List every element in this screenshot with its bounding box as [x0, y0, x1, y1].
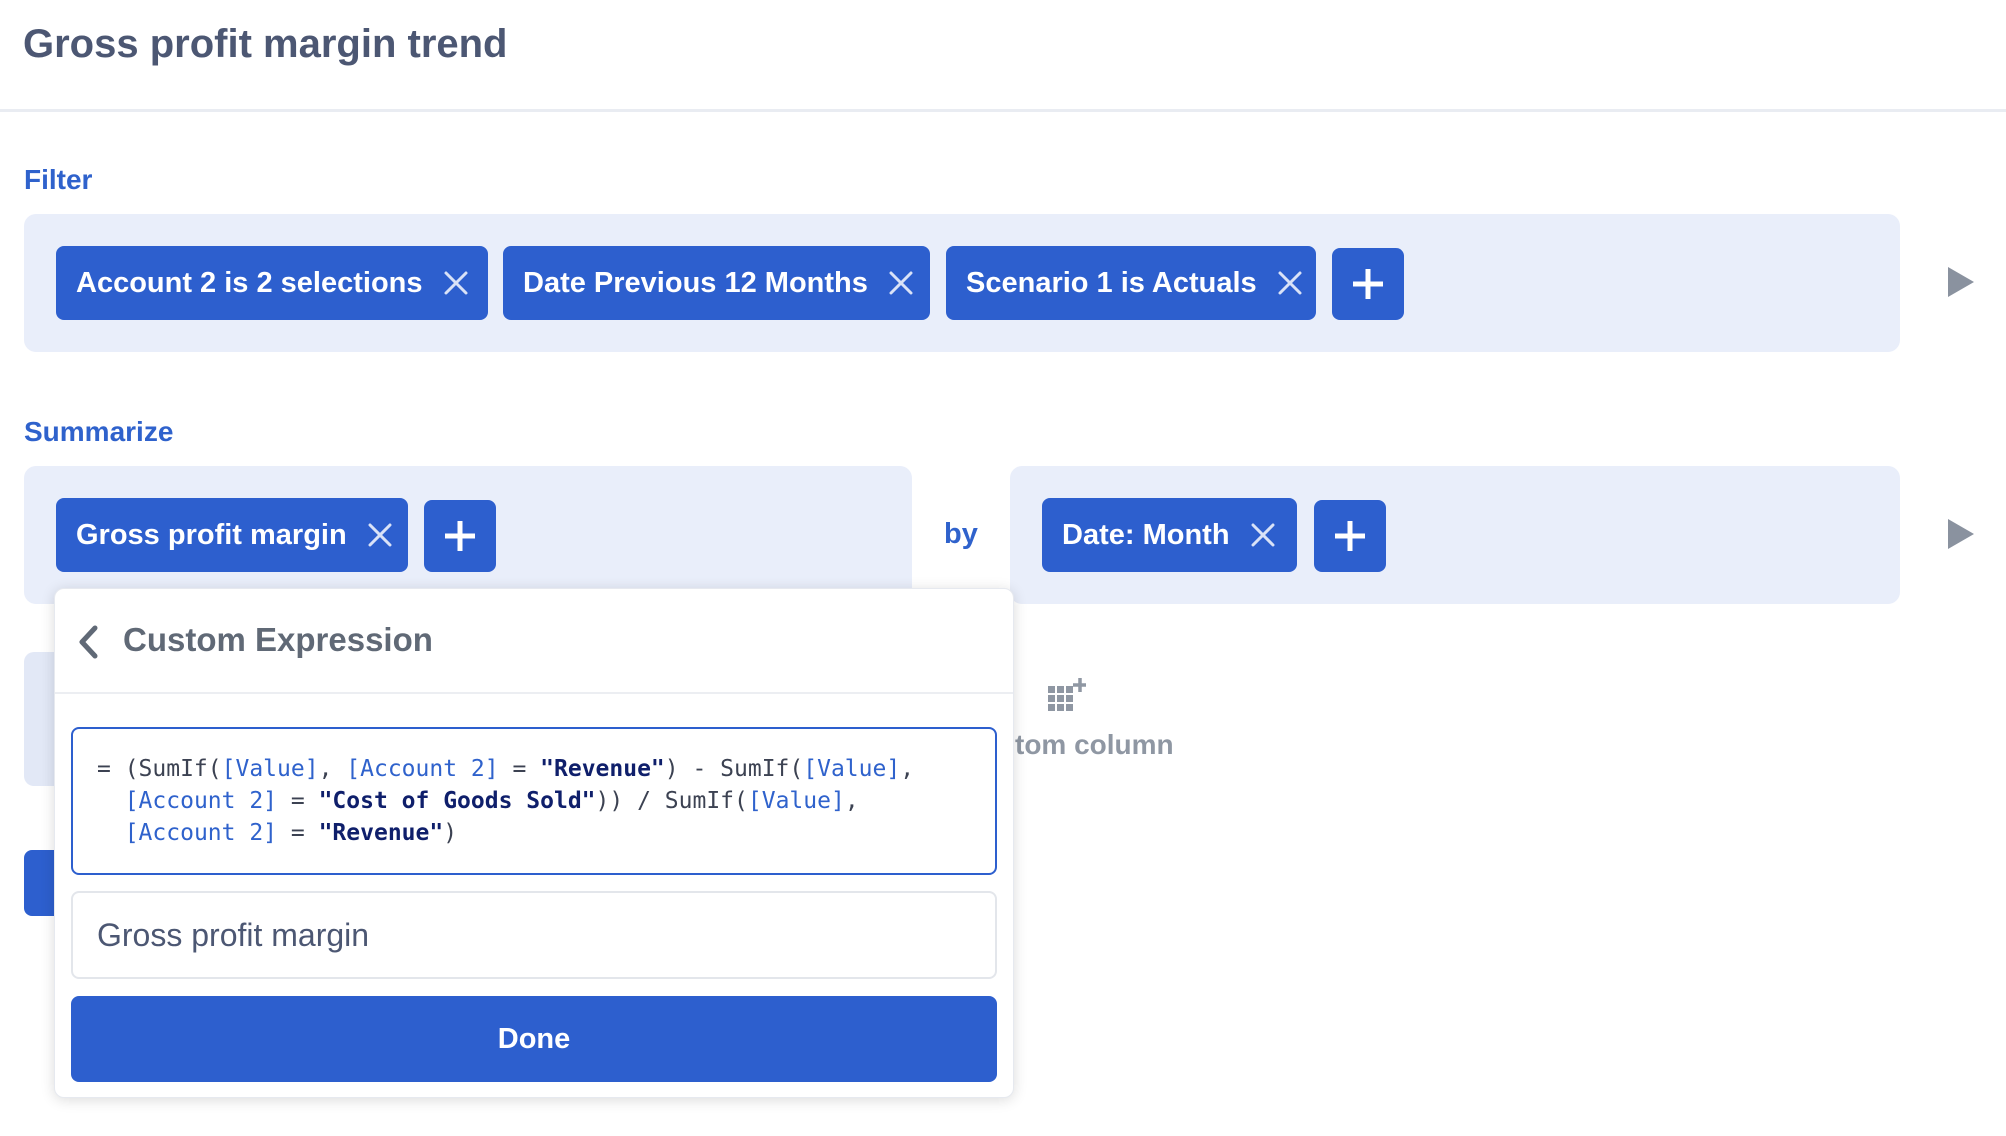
expression-token: "Revenue" [540, 756, 665, 782]
expression-token: "Cost of Goods Sold" [318, 788, 596, 814]
expression-token: [Account 2] [124, 788, 278, 814]
play-icon[interactable] [1948, 519, 1974, 549]
expression-token: = [498, 756, 541, 782]
expression-token: SumIf( [664, 788, 748, 814]
popover-header: Custom Expression [55, 589, 1013, 694]
filter-section-label: Filter [24, 164, 93, 195]
expression-line: [Account 2] = "Revenue") [97, 817, 971, 849]
by-label: by [944, 518, 978, 550]
expression-token: = [277, 820, 319, 846]
done-button[interactable]: Done [71, 996, 997, 1082]
expression-token: , [844, 788, 859, 814]
custom-column-icon[interactable] [1048, 678, 1087, 717]
expression-token: , [318, 756, 347, 782]
custom-expression-popover: Custom Expression = (SumIf([Value], [Acc… [54, 588, 1014, 1098]
expression-token: [Value] [803, 756, 901, 782]
expression-name-input[interactable] [71, 891, 997, 979]
group-pill-date-month[interactable]: Date: Month [1042, 498, 1297, 572]
filter-pill-account[interactable]: Account 2 is 2 selections [56, 246, 488, 320]
remove-icon[interactable] [367, 522, 393, 548]
group-pill-label: Date: Month [1062, 518, 1230, 551]
expression-line: [Account 2] = "Cost of Goods Sold")) / S… [97, 785, 971, 817]
remove-icon[interactable] [443, 270, 469, 296]
page-header: Gross profit margin trend [0, 0, 2006, 112]
summarize-section-label: Summarize [24, 416, 174, 447]
filter-pill-scenario[interactable]: Scenario 1 is Actuals [946, 246, 1316, 320]
expression-token: ) - [664, 756, 721, 782]
chevron-left-icon[interactable] [77, 625, 99, 664]
expression-editor[interactable]: = (SumIf([Value], [Account 2] = "Revenue… [71, 727, 997, 875]
metric-pill-gross-profit-margin[interactable]: Gross profit margin [56, 498, 408, 572]
expression-token: [Account 2] [124, 820, 278, 846]
expression-token: SumIf( [138, 756, 222, 782]
expression-token: [Account 2] [346, 756, 499, 782]
filter-pill-label: Scenario 1 is Actuals [966, 266, 1257, 299]
expression-token: = ( [97, 756, 139, 782]
expression-token: , [900, 756, 915, 782]
play-icon[interactable] [1948, 267, 1974, 297]
expression-token: ) [443, 820, 458, 846]
expression-token [97, 788, 125, 814]
remove-icon[interactable] [1277, 270, 1303, 296]
add-group-button[interactable] [1314, 500, 1386, 572]
plus-icon [1335, 521, 1365, 551]
add-filter-button[interactable] [1332, 248, 1404, 320]
expression-line: = (SumIf([Value], [Account 2] = "Revenue… [97, 753, 971, 785]
popover-title: Custom Expression [123, 621, 433, 658]
expression-token: [Value] [221, 756, 319, 782]
filter-pill-date[interactable]: Date Previous 12 Months [503, 246, 930, 320]
expression-token: [Value] [747, 788, 845, 814]
expression-token: = [277, 788, 319, 814]
remove-icon[interactable] [1250, 522, 1276, 548]
filter-pill-label: Account 2 is 2 selections [76, 266, 423, 299]
metric-pill-label: Gross profit margin [76, 518, 347, 551]
expression-token: )) / [595, 788, 665, 814]
custom-column-label[interactable]: tom column [1015, 729, 1174, 761]
plus-icon [1353, 269, 1383, 299]
expression-token: "Revenue" [318, 820, 444, 846]
remove-icon[interactable] [888, 270, 914, 296]
filter-pill-label: Date Previous 12 Months [523, 266, 868, 299]
page-title: Gross profit margin trend [23, 22, 508, 66]
expression-token: SumIf( [720, 756, 804, 782]
add-metric-button[interactable] [424, 500, 496, 572]
plus-icon [445, 521, 475, 551]
expression-token [97, 820, 125, 846]
